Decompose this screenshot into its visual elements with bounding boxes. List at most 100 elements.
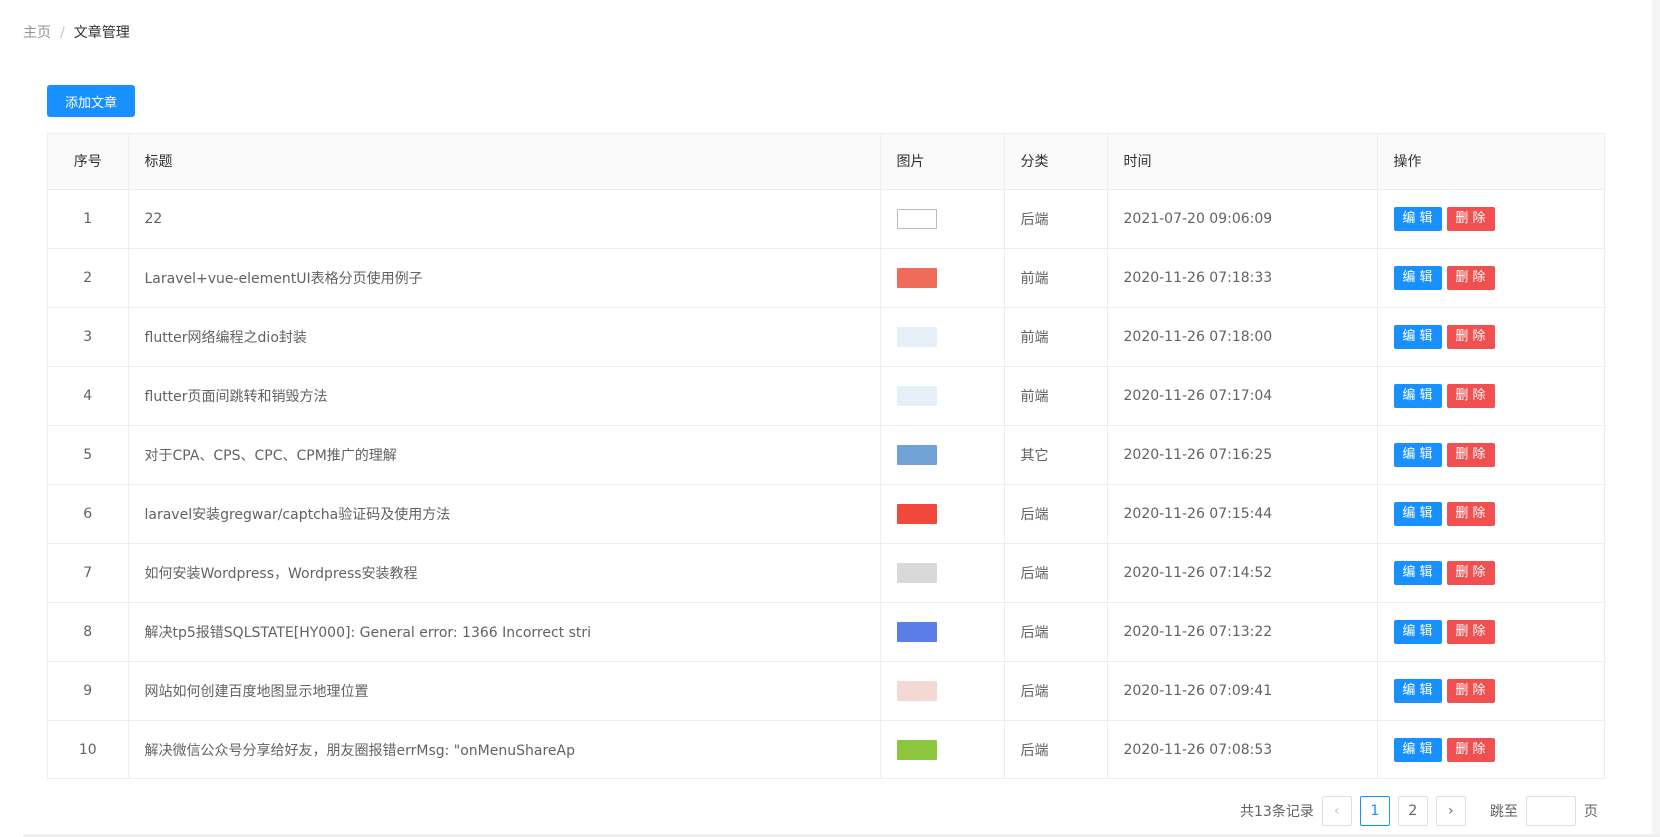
edit-button[interactable]: 编 辑 xyxy=(1393,265,1442,290)
table-row: 9 网站如何创建百度地图显示地理位置 后端 2020-11-26 07:09:41 编 … xyxy=(48,661,1604,721)
breadcrumb-home[interactable]: 主页 xyxy=(23,25,51,41)
row-actions: 编 辑删 除 xyxy=(1377,366,1604,426)
delete-button[interactable]: 删 除 xyxy=(1446,442,1495,467)
table-row: 8 解决tp5报错SQLSTATE[HY000]: General error: … xyxy=(48,602,1604,662)
row-image-cell xyxy=(880,661,1005,721)
row-category: 后端 xyxy=(1004,720,1108,778)
row-image-cell xyxy=(880,720,1005,778)
delete-button[interactable]: 删 除 xyxy=(1446,324,1495,349)
table-row: 3 flutter网络编程之dio封装 前端 2020-11-26 07:18:00 编… xyxy=(48,307,1604,367)
page-unit-label: 页 xyxy=(1583,804,1598,820)
row-image-cell xyxy=(880,366,1005,426)
article-thumbnail xyxy=(896,385,937,406)
row-time: 2021-07-20 09:06:09 xyxy=(1107,189,1378,249)
delete-button[interactable]: 删 除 xyxy=(1446,737,1495,762)
row-index: 7 xyxy=(48,543,129,603)
table-row: 2 Laravel+vue-elementUI表格分页使用例子 前端 2020-11-… xyxy=(48,248,1604,308)
article-thumbnail xyxy=(896,444,937,465)
row-index: 6 xyxy=(48,484,129,544)
next-page-button[interactable]: › xyxy=(1435,796,1466,826)
row-time: 2020-11-26 07:15:44 xyxy=(1107,484,1378,544)
vertical-scrollbar[interactable] xyxy=(1652,0,1660,837)
delete-button[interactable]: 删 除 xyxy=(1446,265,1495,290)
table-row: 4 flutter页面间跳转和销毁方法 前端 2020-11-26 07:17:04 编… xyxy=(48,366,1604,426)
row-image-cell xyxy=(880,484,1005,544)
page-button-2[interactable]: 2 xyxy=(1397,796,1428,826)
row-image-cell xyxy=(880,189,1005,249)
header-image: 图片 xyxy=(880,134,1005,190)
article-thumbnail xyxy=(896,326,937,347)
row-time: 2020-11-26 07:18:33 xyxy=(1107,248,1378,308)
row-actions: 编 辑删 除 xyxy=(1377,484,1604,544)
row-time: 2020-11-26 07:18:00 xyxy=(1107,307,1378,367)
row-title: 解决微信公众号分享给好友，朋友圈报错errMsg: "onMenuShareAp xyxy=(128,720,881,778)
row-title: flutter页面间跳转和销毁方法 xyxy=(128,366,881,426)
row-actions: 编 辑删 除 xyxy=(1377,602,1604,662)
edit-button[interactable]: 编 辑 xyxy=(1393,383,1442,408)
row-actions: 编 辑删 除 xyxy=(1377,720,1604,778)
row-time: 2020-11-26 07:08:53 xyxy=(1107,720,1378,778)
article-thumbnail xyxy=(896,739,937,760)
edit-button[interactable]: 编 辑 xyxy=(1393,560,1442,585)
row-index: 10 xyxy=(48,720,129,778)
edit-button[interactable]: 编 辑 xyxy=(1393,442,1442,467)
add-article-button[interactable]: 添加文章 xyxy=(47,85,135,117)
row-title: flutter网络编程之dio封装 xyxy=(128,307,881,367)
row-image-cell xyxy=(880,602,1005,662)
table-row: 5 对于CPA、CPS、CPC、CPM推广的理解 其它 2020-11-26 07:1… xyxy=(48,425,1604,485)
page-button-1[interactable]: 1 xyxy=(1359,796,1390,826)
row-actions: 编 辑删 除 xyxy=(1377,425,1604,485)
row-category: 其它 xyxy=(1004,425,1108,485)
row-title: 对于CPA、CPS、CPC、CPM推广的理解 xyxy=(128,425,881,485)
row-time: 2020-11-26 07:14:52 xyxy=(1107,543,1378,603)
header-index: 序号 xyxy=(48,134,129,190)
header-actions: 操作 xyxy=(1377,134,1604,190)
delete-button[interactable]: 删 除 xyxy=(1446,206,1495,231)
breadcrumb-separator: / xyxy=(60,25,65,41)
pagination: 共13条记录 ‹ 1 2 › 跳至 页 xyxy=(1240,795,1598,827)
row-actions: 编 辑删 除 xyxy=(1377,661,1604,721)
edit-button[interactable]: 编 辑 xyxy=(1393,324,1442,349)
row-index: 8 xyxy=(48,602,129,662)
row-category: 后端 xyxy=(1004,661,1108,721)
delete-button[interactable]: 删 除 xyxy=(1446,678,1495,703)
edit-button[interactable]: 编 辑 xyxy=(1393,501,1442,526)
row-image-cell xyxy=(880,543,1005,603)
row-title: 22 xyxy=(128,189,881,249)
delete-button[interactable]: 删 除 xyxy=(1446,383,1495,408)
breadcrumb: 主页 / 文章管理 xyxy=(23,24,130,42)
row-title: 如何安装Wordpress，Wordpress安装教程 xyxy=(128,543,881,603)
edit-button[interactable]: 编 辑 xyxy=(1393,737,1442,762)
row-image-cell xyxy=(880,425,1005,485)
row-actions: 编 辑删 除 xyxy=(1377,543,1604,603)
row-index: 5 xyxy=(48,425,129,485)
row-image-cell xyxy=(880,307,1005,367)
jump-page-input[interactable] xyxy=(1525,796,1576,826)
row-index: 2 xyxy=(48,248,129,308)
row-title: Laravel+vue-elementUI表格分页使用例子 xyxy=(128,248,881,308)
delete-button[interactable]: 删 除 xyxy=(1446,560,1495,585)
edit-button[interactable]: 编 辑 xyxy=(1393,678,1442,703)
breadcrumb-current: 文章管理 xyxy=(73,25,130,41)
row-time: 2020-11-26 07:16:25 xyxy=(1107,425,1378,485)
row-time: 2020-11-26 07:09:41 xyxy=(1107,661,1378,721)
edit-button[interactable]: 编 辑 xyxy=(1393,206,1442,231)
row-index: 3 xyxy=(48,307,129,367)
delete-button[interactable]: 删 除 xyxy=(1446,619,1495,644)
article-thumbnail xyxy=(896,562,937,583)
row-category: 后端 xyxy=(1004,602,1108,662)
header-time: 时间 xyxy=(1107,134,1378,190)
article-thumbnail xyxy=(896,267,937,288)
table-row: 1 22 后端 2021-07-20 09:06:09 编 辑删 除 xyxy=(48,189,1604,249)
row-index: 1 xyxy=(48,189,129,249)
edit-button[interactable]: 编 辑 xyxy=(1393,619,1442,644)
article-thumbnail xyxy=(896,621,937,642)
article-thumbnail xyxy=(896,503,937,524)
article-thumbnail xyxy=(896,680,937,701)
row-index: 9 xyxy=(48,661,129,721)
chevron-left-icon: ‹ xyxy=(1334,803,1340,819)
prev-page-button[interactable]: ‹ xyxy=(1321,796,1352,826)
row-time: 2020-11-26 07:17:04 xyxy=(1107,366,1378,426)
delete-button[interactable]: 删 除 xyxy=(1446,501,1495,526)
jump-label: 跳至 xyxy=(1489,804,1518,820)
